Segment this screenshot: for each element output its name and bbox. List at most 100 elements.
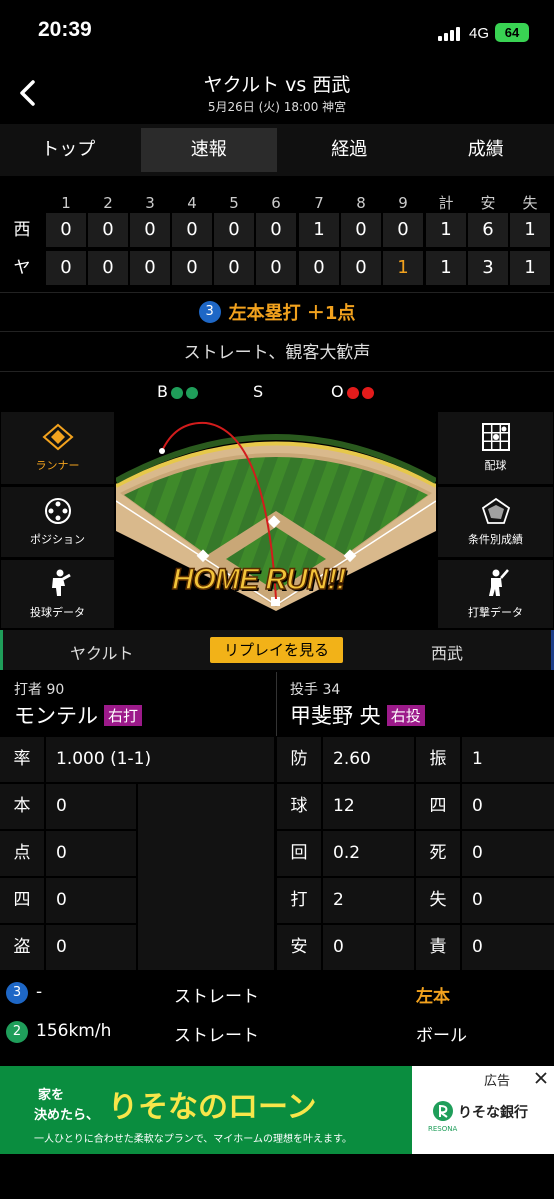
ad-label: 広告: [484, 1074, 511, 1089]
result-text: 左本塁打 ＋1点: [228, 303, 356, 324]
score-cell: 0: [88, 213, 128, 247]
score-cell: 0: [214, 251, 254, 285]
tab-bar: トップ 速報 経過 成績: [0, 124, 554, 176]
position-button[interactable]: ポジション: [0, 486, 115, 558]
total-cell: 1: [426, 213, 466, 247]
play-result: 3 左本塁打 ＋1点: [0, 292, 554, 332]
pitch-result: 左本: [416, 987, 450, 1007]
pitch-log-row[interactable]: 3 - ストレート 左本: [0, 974, 554, 1012]
runner-label: ランナー: [35, 459, 80, 472]
ad-text-small: 決めたら、: [34, 1108, 100, 1123]
pitch-description: ストレート、観客大歓声: [0, 334, 554, 372]
stat-value: 0: [323, 925, 414, 970]
out-label: O: [331, 382, 344, 401]
out-dot: [361, 386, 374, 399]
runner-button[interactable]: ランナー: [0, 411, 115, 485]
stat-value: 0: [462, 878, 554, 923]
stat-key: 死: [416, 831, 460, 876]
ad-creative[interactable]: 家を 決めたら、 りそなのローン 一人ひとりに合わせた柔軟なプランで、マイホーム…: [0, 1066, 412, 1154]
tab-top[interactable]: トップ: [0, 124, 137, 176]
pitch-type: ストレート: [174, 1026, 259, 1046]
stat-value: 1: [462, 737, 554, 782]
batter-name-row: モンテル 右打: [14, 700, 143, 730]
batting-data-label: 打撃データ: [468, 606, 523, 619]
stat-key: 回: [277, 831, 321, 876]
score-cell-current: 1: [383, 251, 423, 285]
ball-label: B: [157, 382, 168, 401]
stat-key: 四: [0, 878, 44, 923]
ad-banner[interactable]: 家を 決めたら、 りそなのローン 一人ひとりに合わせた柔軟なプランで、マイホーム…: [0, 1066, 554, 1154]
score-cell: 0: [214, 213, 254, 247]
stat-key: 振: [416, 737, 460, 782]
batter-hand-badge: 右打: [104, 705, 143, 726]
ad-subtext: 一人ひとりに合わせた柔軟なプランで、マイホームの理想を叶えます。: [34, 1134, 352, 1145]
pitcher-hand-badge: 右投: [386, 705, 425, 726]
tab-live[interactable]: 速報: [140, 128, 277, 172]
home-team-name[interactable]: ヤクルト: [70, 640, 134, 664]
field-view: HOME RUN!!: [116, 411, 436, 629]
batter-name[interactable]: モンテル: [14, 704, 98, 728]
team-abbr: ヤ: [13, 258, 31, 278]
tab-progress[interactable]: 経過: [281, 124, 418, 176]
stat-key: 安: [277, 925, 321, 970]
stat-key: 防: [277, 737, 321, 782]
stat-value: 1.000 (1-1): [46, 737, 274, 782]
page-title: ヤクルト vs 西武: [203, 74, 351, 96]
score-cell: 0: [46, 213, 86, 247]
stat-value: 0: [46, 878, 136, 923]
situational-stats-label: 条件別成績: [468, 533, 523, 546]
situational-stats-button[interactable]: 条件別成績: [437, 486, 554, 558]
close-icon[interactable]: [534, 1071, 548, 1085]
count-display: B S O: [0, 372, 554, 410]
pitch-result: ボール: [416, 1026, 467, 1046]
out-dot: [346, 386, 359, 399]
score-cell: 0: [383, 213, 423, 247]
stat-key: 責: [416, 925, 460, 970]
pitcher-name[interactable]: 甲斐野 央: [290, 704, 381, 728]
network-label: 4G: [469, 25, 490, 42]
stat-value: 0.2: [323, 831, 414, 876]
bank-name: りそな銀行: [458, 1105, 528, 1121]
pitch-chart-label: 配球: [484, 459, 507, 472]
stat-value: 0: [46, 925, 136, 970]
stat-value: 0: [46, 831, 136, 876]
scoreboard-row-home: ヤ 0 0 0 0 0 0 0 0 1 1 3 1: [0, 251, 554, 285]
status-time: 20:39: [38, 18, 92, 41]
pitch-speed: -: [36, 982, 43, 1002]
score-cell: 0: [256, 251, 296, 285]
pitch-chart-button[interactable]: 配球: [437, 411, 554, 485]
pitch-data-button[interactable]: 投球データ: [0, 559, 115, 629]
batter-icon: [488, 569, 509, 596]
pitch-log-row[interactable]: 2 156km/h ストレート ボール: [0, 1013, 554, 1051]
ad-label-bar: 広告: [412, 1066, 554, 1090]
errors-cell: 1: [510, 213, 550, 247]
pitcher-icon: [51, 569, 71, 596]
bank-logo-icon: [433, 1101, 453, 1121]
pitch-speed: 156km/h: [36, 1021, 112, 1041]
ball-count: B: [157, 382, 198, 401]
errors-cell: 1: [510, 251, 550, 285]
score-cell: 0: [341, 251, 381, 285]
team-abbr: 西: [13, 220, 31, 240]
scoreboard-row-away: 西 0 0 0 0 0 0 1 0 0 1 6 1: [0, 213, 554, 247]
pitch-number-badge: 3: [6, 982, 28, 1004]
pitch-number-badge: 3: [198, 301, 221, 323]
ball-dot: [170, 386, 183, 399]
strike-label: S: [253, 382, 264, 401]
positions-icon: [44, 498, 71, 524]
radar-chart-icon: [481, 497, 510, 524]
score-cell: 0: [256, 213, 296, 247]
replay-button[interactable]: リプレイを見る: [210, 637, 343, 663]
stats-grid: 率 1.000 (1-1) 本 0 点 0 四 0 盗 0 防 2.60 振 1…: [0, 737, 554, 972]
tab-stats[interactable]: 成績: [418, 124, 554, 176]
away-team-name[interactable]: 西武: [431, 640, 463, 664]
batting-data-button[interactable]: 打撃データ: [437, 559, 554, 629]
ad-text-small: 家を: [38, 1088, 65, 1103]
score-cell: 1: [299, 213, 339, 247]
total-cell: 1: [426, 251, 466, 285]
stat-value: 2.60: [323, 737, 414, 782]
ad-sponsor[interactable]: りそな銀行 RESONA: [412, 1090, 554, 1154]
diamond-icon: [41, 423, 74, 451]
stat-value: 2: [323, 878, 414, 923]
hits-cell: 6: [468, 213, 508, 247]
